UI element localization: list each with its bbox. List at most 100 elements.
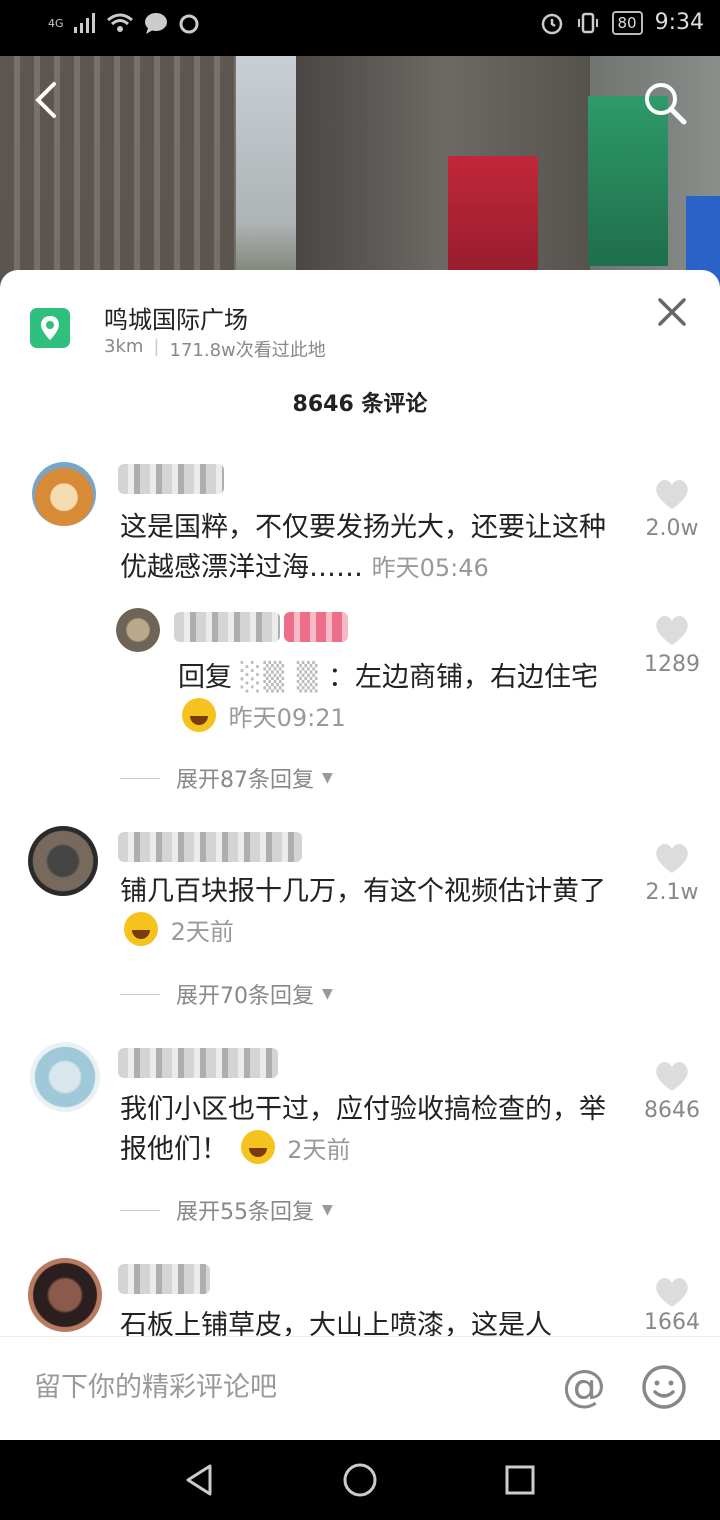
wifi-icon [106, 13, 133, 32]
location-name[interactable]: 鸣城国际广场 [104, 300, 248, 335]
like-button[interactable] [652, 610, 692, 650]
mention-button[interactable]: @ [560, 1363, 608, 1411]
expand-label: 展开87条回复 [176, 768, 314, 793]
comment-time: 昨天05:46 [371, 554, 489, 582]
comment-time: 2天前 [170, 918, 234, 946]
search-button[interactable] [640, 78, 690, 128]
reply-prefix: 回复 [178, 662, 232, 693]
username-blurred[interactable] [118, 1264, 210, 1294]
reply-target-blurred: ░▒ ▒ [240, 662, 320, 693]
close-icon [658, 298, 686, 326]
recents-square-icon [505, 1465, 535, 1495]
comment-time: 2天前 [287, 1136, 351, 1164]
location-pin-icon [30, 308, 70, 348]
clock: 9:34 [654, 10, 704, 35]
comment-text[interactable]: 我们小区也干过，应付验收搞检查的，举报他们！ 2天前 [120, 1090, 620, 1170]
reply-text[interactable]: 回复 ░▒ ▒ ：左边商铺，右边住宅 昨天09:21 [178, 658, 618, 738]
comment-body: 我们小区也干过，应付验收搞检查的，举报他们！ [120, 1094, 606, 1165]
expand-replies[interactable]: 展开55条回复 ▼ [120, 1194, 333, 1226]
nav-home-button[interactable] [340, 1460, 380, 1500]
comment-item: 我们小区也干过，应付验收搞检查的，举报他们！ 2天前 8646 [0, 1038, 720, 1178]
emoji-button[interactable] [640, 1363, 688, 1411]
like-count: 2.0w [645, 516, 699, 541]
location-distance: 3km [104, 336, 144, 357]
comment-sheet: 鸣城国际广场 3km | 171.8w次看过此地 8646 条评论 这是国粹，不… [0, 270, 720, 1440]
like-count: 8646 [644, 1098, 700, 1123]
username-blurred[interactable] [118, 832, 302, 862]
heart-icon [656, 843, 688, 873]
meta-divider: | [153, 336, 160, 357]
comment-input[interactable] [34, 1367, 534, 1407]
sleepy-emoji-icon [240, 1130, 275, 1164]
chevron-left-icon [35, 82, 56, 118]
comment-item: 这是国粹，不仅要发扬光大，还要让这种优越感漂洋过海…… 昨天05:46 2.0w [0, 454, 720, 594]
like-button[interactable] [652, 474, 692, 514]
avatar[interactable] [116, 608, 160, 652]
location-meta: 3km | 171.8w次看过此地 [104, 336, 326, 362]
laughing-crying-emoji-icon [182, 698, 216, 732]
building-middle [296, 56, 596, 296]
comment-item: 石板上铺草皮，大山上喷漆，这是人 1664 [0, 1254, 720, 1344]
like-count: 1289 [644, 652, 700, 677]
location-views: 171.8w次看过此地 [169, 340, 326, 361]
reply-body: ：左边商铺，右边住宅 [328, 662, 599, 693]
close-button[interactable] [652, 292, 692, 332]
expand-label: 展开70条回复 [176, 984, 314, 1009]
comment-text[interactable]: 这是国粹，不仅要发扬光大，还要让这种优越感漂洋过海…… 昨天05:46 [120, 508, 620, 588]
emoji-icon [642, 1365, 686, 1409]
alarm-small-icon [179, 14, 199, 34]
divider-line [120, 993, 160, 995]
laughing-crying-emoji-icon [124, 912, 158, 946]
heart-icon [656, 615, 688, 645]
comment-input-bar: @ [0, 1336, 720, 1440]
chevron-down-icon: ▼ [322, 1202, 333, 1218]
comment-text[interactable]: 铺几百块报十几万，有这个视频估计黄了 2天前 [120, 872, 620, 952]
username-blurred[interactable] [118, 464, 224, 494]
network-type: 4G [48, 16, 64, 30]
system-nav-bar [0, 1440, 720, 1520]
back-button[interactable] [28, 78, 68, 122]
comment-count: 8646 条评论 [292, 392, 428, 417]
heart-icon [656, 1061, 688, 1091]
like-button[interactable] [652, 1272, 692, 1312]
heart-icon [656, 479, 688, 509]
status-bar: 4G 80 9:34 [0, 0, 720, 56]
like-count: 2.1w [645, 880, 699, 905]
search-icon [645, 83, 687, 125]
battery-level: 80 [611, 10, 643, 35]
username-blurred[interactable] [118, 1048, 278, 1078]
username-blurred[interactable] [174, 612, 280, 642]
expand-replies[interactable]: 展开70条回复 ▼ [120, 978, 333, 1010]
chevron-down-icon: ▼ [322, 986, 333, 1002]
expand-label: 展开55条回复 [176, 1200, 314, 1225]
avatar[interactable] [28, 826, 98, 896]
comment-item: 铺几百块报十几万，有这个视频估计黄了 2天前 2.1w [0, 822, 720, 962]
message-icon [144, 13, 167, 34]
heart-icon [656, 1277, 688, 1307]
comment-body: 这是国粹，不仅要发扬光大，还要让这种优越感漂洋过海…… [120, 512, 606, 583]
comment-body: 铺几百块报十几万，有这个视频估计黄了 [120, 876, 606, 907]
chevron-down-icon: ▼ [322, 770, 333, 786]
like-button[interactable] [652, 1056, 692, 1096]
status-right: 80 9:34 [540, 10, 704, 35]
status-left: 4G [48, 12, 200, 34]
home-circle-icon [343, 1463, 377, 1497]
vibrate-icon [577, 12, 598, 33]
username-badge-blurred [284, 612, 348, 642]
at-icon: @ [562, 1361, 606, 1412]
nav-recents-button[interactable] [500, 1460, 540, 1500]
divider-line [120, 777, 160, 779]
sky-gap [236, 56, 296, 296]
expand-replies[interactable]: 展开87条回复 ▼ [120, 762, 333, 794]
avatar[interactable] [30, 1042, 100, 1112]
video-background[interactable] [0, 56, 720, 296]
like-button[interactable] [652, 838, 692, 878]
reply-item: 回复 ░▒ ▒ ：左边商铺，右边住宅 昨天09:21 1289 [0, 604, 720, 734]
nav-back-button[interactable] [180, 1460, 220, 1500]
divider-line [120, 1209, 160, 1211]
avatar[interactable] [28, 1258, 102, 1332]
back-triangle-icon [186, 1464, 212, 1496]
alarm-icon [541, 13, 562, 34]
avatar[interactable] [32, 462, 96, 526]
reply-time: 昨天09:21 [228, 704, 346, 732]
